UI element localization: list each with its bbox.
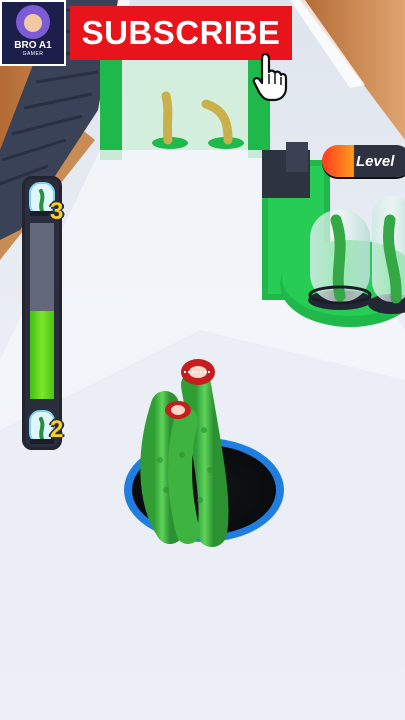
channel-avatar[interactable]: BRO A1 GAMER [0,0,66,66]
meter-current-number: 2 [50,416,64,443]
pointer-hand-icon [252,52,288,102]
meter-max-number: 3 [50,198,64,225]
meter-fill [30,311,54,399]
channel-subtitle: GAMER [22,51,44,57]
meter-track [30,223,54,399]
subscribe-label: SUBSCRIBE [81,14,281,51]
level-indicator: Level [322,145,405,177]
level-label: Level [356,152,395,170]
channel-name: BRO A1 [14,40,52,51]
distant-gate [100,58,270,160]
avatar-face-icon [16,5,50,39]
